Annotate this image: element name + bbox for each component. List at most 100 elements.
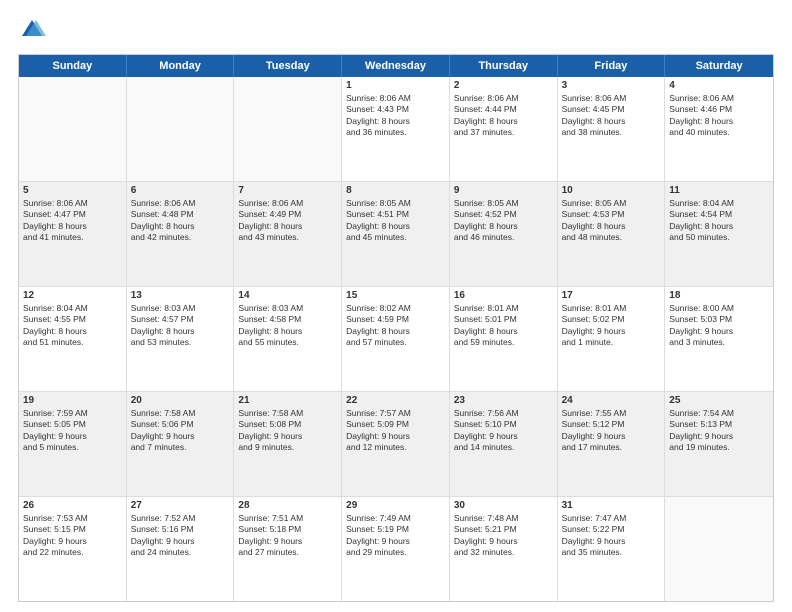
calendar-cell [127, 77, 235, 181]
cell-info: Sunrise: 8:05 AM Sunset: 4:53 PM Dayligh… [562, 198, 661, 244]
cell-info: Sunrise: 8:06 AM Sunset: 4:48 PM Dayligh… [131, 198, 230, 244]
cell-info: Sunrise: 8:06 AM Sunset: 4:44 PM Dayligh… [454, 93, 553, 139]
day-number: 21 [238, 395, 337, 406]
cell-info: Sunrise: 8:06 AM Sunset: 4:45 PM Dayligh… [562, 93, 661, 139]
calendar-cell: 18 Sunrise: 8:00 AM Sunset: 5:03 PM Dayli… [665, 287, 773, 391]
calendar-cell: 30 Sunrise: 7:48 AM Sunset: 5:21 PM Dayli… [450, 497, 558, 601]
calendar-cell: 15Sunrise: 8:02 AM Sunset: 4:59 PM Dayli… [342, 287, 450, 391]
cell-info: Sunrise: 7:59 AM Sunset: 5:05 PM Dayligh… [23, 408, 122, 454]
calendar-cell: 23 Sunrise: 7:56 AM Sunset: 5:10 PM Dayli… [450, 392, 558, 496]
cell-info: Sunrise: 8:06 AM Sunset: 4:49 PM Dayligh… [238, 198, 337, 244]
day-number: 24 [562, 395, 661, 406]
cell-info: Sunrise: 8:04 AM Sunset: 4:54 PM Dayligh… [669, 198, 769, 244]
day-number: 5 [23, 185, 122, 196]
calendar-cell: 3 Sunrise: 8:06 AM Sunset: 4:45 PM Daylig… [558, 77, 666, 181]
day-number: 1 [346, 80, 445, 91]
cell-info: Sunrise: 8:06 AM Sunset: 4:46 PM Dayligh… [669, 93, 769, 139]
calendar-header: SundayMondayTuesdayWednesdayThursdayFrid… [19, 55, 773, 77]
calendar-cell: 16 Sunrise: 8:01 AM Sunset: 5:01 PM Dayli… [450, 287, 558, 391]
calendar-body: 1 Sunrise: 8:06 AM Sunset: 4:43 PM Daylig… [19, 77, 773, 601]
cell-info: Sunrise: 8:00 AM Sunset: 5:03 PM Dayligh… [669, 303, 769, 349]
calendar: SundayMondayTuesdayWednesdayThursdayFrid… [18, 54, 774, 602]
cell-info: Sunrise: 8:06 AM Sunset: 4:43 PM Dayligh… [346, 93, 445, 139]
calendar-cell: 20 Sunrise: 7:58 AM Sunset: 5:06 PM Dayli… [127, 392, 235, 496]
cell-info: Sunrise: 7:55 AM Sunset: 5:12 PM Dayligh… [562, 408, 661, 454]
cell-info: Sunrise: 7:53 AM Sunset: 5:15 PM Dayligh… [23, 513, 122, 559]
calendar-cell: 31Sunrise: 7:47 AM Sunset: 5:22 PM Dayli… [558, 497, 666, 601]
cell-info: Sunrise: 7:56 AM Sunset: 5:10 PM Dayligh… [454, 408, 553, 454]
calendar-cell: 9Sunrise: 8:05 AM Sunset: 4:52 PM Daylig… [450, 182, 558, 286]
day-number: 23 [454, 395, 553, 406]
calendar-header-day: Sunday [19, 55, 127, 77]
cell-info: Sunrise: 8:03 AM Sunset: 4:57 PM Dayligh… [131, 303, 230, 349]
day-number: 27 [131, 500, 230, 511]
cell-info: Sunrise: 7:58 AM Sunset: 5:06 PM Dayligh… [131, 408, 230, 454]
calendar-cell: 27Sunrise: 7:52 AM Sunset: 5:16 PM Dayli… [127, 497, 235, 601]
calendar-header-day: Wednesday [342, 55, 450, 77]
day-number: 8 [346, 185, 445, 196]
day-number: 19 [23, 395, 122, 406]
logo [18, 16, 50, 44]
calendar-cell: 26 Sunrise: 7:53 AM Sunset: 5:15 PM Dayli… [19, 497, 127, 601]
calendar-cell: 2 Sunrise: 8:06 AM Sunset: 4:44 PM Daylig… [450, 77, 558, 181]
calendar-cell [665, 497, 773, 601]
cell-info: Sunrise: 8:01 AM Sunset: 5:02 PM Dayligh… [562, 303, 661, 349]
day-number: 26 [23, 500, 122, 511]
day-number: 6 [131, 185, 230, 196]
calendar-header-day: Friday [558, 55, 666, 77]
calendar-cell: 10Sunrise: 8:05 AM Sunset: 4:53 PM Dayli… [558, 182, 666, 286]
calendar-cell: 11 Sunrise: 8:04 AM Sunset: 4:54 PM Dayli… [665, 182, 773, 286]
day-number: 14 [238, 290, 337, 301]
cell-info: Sunrise: 7:51 AM Sunset: 5:18 PM Dayligh… [238, 513, 337, 559]
cell-info: Sunrise: 7:58 AM Sunset: 5:08 PM Dayligh… [238, 408, 337, 454]
calendar-cell: 4 Sunrise: 8:06 AM Sunset: 4:46 PM Daylig… [665, 77, 773, 181]
calendar-cell: 12 Sunrise: 8:04 AM Sunset: 4:55 PM Dayli… [19, 287, 127, 391]
day-number: 9 [454, 185, 553, 196]
day-number: 20 [131, 395, 230, 406]
calendar-cell: 21 Sunrise: 7:58 AM Sunset: 5:08 PM Dayli… [234, 392, 342, 496]
calendar-cell: 25Sunrise: 7:54 AM Sunset: 5:13 PM Dayli… [665, 392, 773, 496]
day-number: 31 [562, 500, 661, 511]
cell-info: Sunrise: 7:54 AM Sunset: 5:13 PM Dayligh… [669, 408, 769, 454]
day-number: 22 [346, 395, 445, 406]
day-number: 13 [131, 290, 230, 301]
calendar-cell: 1 Sunrise: 8:06 AM Sunset: 4:43 PM Daylig… [342, 77, 450, 181]
day-number: 29 [346, 500, 445, 511]
header [18, 16, 774, 44]
day-number: 11 [669, 185, 769, 196]
cell-info: Sunrise: 8:01 AM Sunset: 5:01 PM Dayligh… [454, 303, 553, 349]
calendar-header-day: Monday [127, 55, 235, 77]
calendar-cell: 6 Sunrise: 8:06 AM Sunset: 4:48 PM Daylig… [127, 182, 235, 286]
calendar-cell: 5Sunrise: 8:06 AM Sunset: 4:47 PM Daylig… [19, 182, 127, 286]
calendar-cell: 24 Sunrise: 7:55 AM Sunset: 5:12 PM Dayli… [558, 392, 666, 496]
calendar-cell [234, 77, 342, 181]
calendar-row: 5Sunrise: 8:06 AM Sunset: 4:47 PM Daylig… [19, 182, 773, 287]
day-number: 4 [669, 80, 769, 91]
calendar-cell: 13 Sunrise: 8:03 AM Sunset: 4:57 PM Dayli… [127, 287, 235, 391]
calendar-row: 26 Sunrise: 7:53 AM Sunset: 5:15 PM Dayli… [19, 497, 773, 601]
day-number: 15 [346, 290, 445, 301]
day-number: 28 [238, 500, 337, 511]
calendar-cell: 19 Sunrise: 7:59 AM Sunset: 5:05 PM Dayli… [19, 392, 127, 496]
calendar-row: 1 Sunrise: 8:06 AM Sunset: 4:43 PM Daylig… [19, 77, 773, 182]
calendar-header-day: Saturday [665, 55, 773, 77]
cell-info: Sunrise: 8:05 AM Sunset: 4:51 PM Dayligh… [346, 198, 445, 244]
cell-info: Sunrise: 7:48 AM Sunset: 5:21 PM Dayligh… [454, 513, 553, 559]
day-number: 30 [454, 500, 553, 511]
calendar-header-day: Tuesday [234, 55, 342, 77]
calendar-row: 12 Sunrise: 8:04 AM Sunset: 4:55 PM Dayli… [19, 287, 773, 392]
day-number: 12 [23, 290, 122, 301]
calendar-row: 19 Sunrise: 7:59 AM Sunset: 5:05 PM Dayli… [19, 392, 773, 497]
cell-info: Sunrise: 8:04 AM Sunset: 4:55 PM Dayligh… [23, 303, 122, 349]
day-number: 16 [454, 290, 553, 301]
cell-info: Sunrise: 7:57 AM Sunset: 5:09 PM Dayligh… [346, 408, 445, 454]
logo-icon [18, 16, 46, 44]
cell-info: Sunrise: 8:03 AM Sunset: 4:58 PM Dayligh… [238, 303, 337, 349]
day-number: 3 [562, 80, 661, 91]
day-number: 18 [669, 290, 769, 301]
day-number: 2 [454, 80, 553, 91]
page: SundayMondayTuesdayWednesdayThursdayFrid… [0, 0, 792, 612]
calendar-cell [19, 77, 127, 181]
calendar-cell: 22 Sunrise: 7:57 AM Sunset: 5:09 PM Dayli… [342, 392, 450, 496]
calendar-cell: 8 Sunrise: 8:05 AM Sunset: 4:51 PM Daylig… [342, 182, 450, 286]
